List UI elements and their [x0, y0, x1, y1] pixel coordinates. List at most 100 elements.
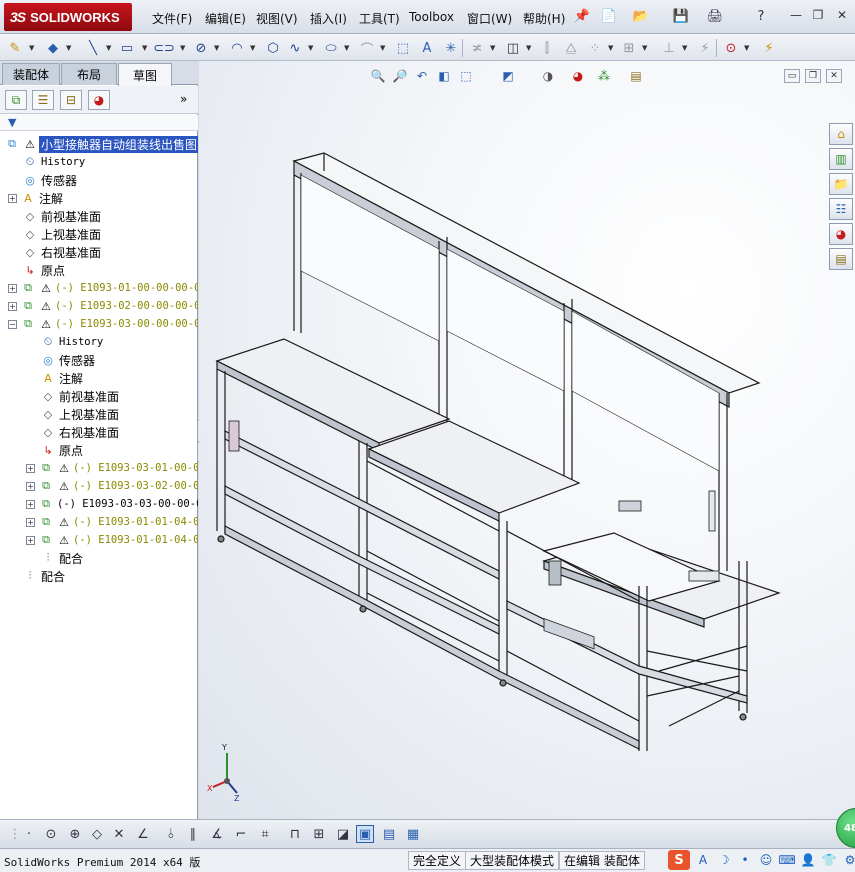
- menu-help[interactable]: 帮助(H): [523, 10, 565, 27]
- tree-item[interactable]: + ⧉ ⚠ (-) E1093-01-01-04-0: [26, 513, 198, 531]
- center-snap-icon[interactable]: ⊕: [66, 825, 84, 843]
- tree-item[interactable]: ◎ 传感器: [40, 351, 95, 369]
- menu-insert[interactable]: 插入(I): [310, 10, 347, 27]
- tree-item[interactable]: ◇ 前视基准面: [40, 387, 119, 405]
- menu-tools[interactable]: 工具(T): [359, 10, 400, 27]
- grid-toggle-icon[interactable]: ⊞: [310, 825, 328, 843]
- angle-snap-icon[interactable]: ⌐: [232, 825, 250, 843]
- view-orientation-icon[interactable]: ⬚: [457, 67, 475, 85]
- dimension-toggle-icon[interactable]: ⊓: [286, 825, 304, 843]
- tree-item[interactable]: ⏲ History: [40, 333, 104, 351]
- chevron-down-icon[interactable]: ▼: [490, 44, 495, 52]
- tree-item[interactable]: ◎ 传感器: [22, 171, 77, 189]
- settings-icon[interactable]: ⚙: [841, 851, 855, 869]
- custom-properties-icon[interactable]: ▤: [829, 248, 853, 270]
- chevron-down-icon[interactable]: ▼: [106, 44, 111, 52]
- property-manager-icon[interactable]: ☰: [32, 90, 54, 110]
- chevron-down-icon[interactable]: ▼: [344, 44, 349, 52]
- pin-icon[interactable]: 📌: [573, 7, 591, 25]
- emoji-icon[interactable]: ☺: [757, 851, 775, 869]
- expand-icon[interactable]: +: [26, 517, 35, 527]
- hide-show-icon[interactable]: ◑: [539, 67, 557, 85]
- status-large-assembly-mode[interactable]: 大型装配体模式: [465, 851, 560, 870]
- ellipse-icon[interactable]: ⬭: [322, 39, 340, 57]
- tree-item[interactable]: ⫶ 配合: [22, 567, 65, 585]
- feature-manager-icon[interactable]: ⧉: [5, 90, 27, 110]
- grid-snap-icon[interactable]: ⌗: [256, 825, 274, 843]
- expand-icon[interactable]: +: [26, 481, 35, 491]
- minimize-icon[interactable]: —: [786, 6, 806, 24]
- tree-item[interactable]: + A 注解: [8, 189, 63, 207]
- chevron-down-icon[interactable]: ▼: [642, 44, 647, 52]
- resources-icon[interactable]: ▥: [829, 148, 853, 170]
- spline-icon[interactable]: ∿: [286, 39, 304, 57]
- viewport-minimize-icon[interactable]: ▭: [784, 69, 800, 83]
- filter-bar[interactable]: ▼: [0, 115, 198, 131]
- expand-panel-icon[interactable]: »: [180, 92, 187, 106]
- line-icon[interactable]: ╲: [84, 39, 102, 57]
- configuration-manager-icon[interactable]: ⊟: [60, 90, 82, 110]
- moon-icon[interactable]: ☽: [715, 851, 733, 869]
- punctuation-icon[interactable]: •: [736, 851, 754, 869]
- tree-item[interactable]: ↳ 原点: [22, 261, 65, 279]
- graphics-area[interactable]: 🔍 🔎 ↶ ◧ ⬚ ◩ ◑ ◕ ⁂ ▤ ▭ ❐ ✕ ⌂ ▥ 📁 ☷ ◕ ▤ Y …: [199, 61, 855, 819]
- quadrant-snap-icon[interactable]: ◇: [88, 825, 106, 843]
- chevron-down-icon[interactable]: ▼: [29, 44, 34, 52]
- rapid-sketch-icon[interactable]: ⚡: [760, 39, 778, 57]
- display-style-icon[interactable]: ◩: [499, 67, 517, 85]
- expand-icon[interactable]: +: [26, 535, 35, 545]
- collapse-icon[interactable]: −: [8, 319, 17, 329]
- filter-icon[interactable]: ▼: [8, 116, 16, 129]
- display-relations-icon[interactable]: ⊥: [660, 39, 678, 57]
- tangent-snap-icon[interactable]: ∠: [134, 825, 152, 843]
- tree-item[interactable]: + ⧉ ⚠ (-) E1093-01-00-00-00-0: [8, 279, 198, 297]
- new-document-icon[interactable]: 📄: [600, 7, 618, 25]
- parallel-snap-icon[interactable]: ∥: [184, 825, 202, 843]
- tree-item[interactable]: + ⧉ ⚠ (-) E1093-03-01-00-0: [26, 459, 198, 477]
- tree-item[interactable]: ◇ 前视基准面: [22, 207, 101, 225]
- chevron-down-icon[interactable]: ▼: [142, 44, 147, 52]
- ime-mode-icon[interactable]: A: [694, 851, 712, 869]
- chevron-down-icon[interactable]: ▼: [308, 44, 313, 52]
- circle-snap-icon[interactable]: ⊙: [42, 825, 60, 843]
- tree-item[interactable]: ◇ 右视基准面: [22, 243, 101, 261]
- menu-window[interactable]: 窗口(W): [467, 10, 512, 27]
- polygon-icon[interactable]: ⬡: [264, 39, 282, 57]
- view-settings-icon[interactable]: ▤: [627, 67, 645, 85]
- save-icon[interactable]: 💾: [672, 7, 690, 25]
- design-library-icon[interactable]: 📁: [829, 173, 853, 195]
- horizontal-snap-icon[interactable]: ∡: [208, 825, 226, 843]
- tree-item[interactable]: + ⧉ (-) E1093-03-03-00-00-0: [26, 495, 198, 513]
- repair-sketch-icon[interactable]: ⚡: [696, 39, 714, 57]
- menu-file[interactable]: 文件(F): [152, 10, 192, 27]
- tab-layout[interactable]: 布局: [61, 63, 117, 85]
- quick-snaps-icon[interactable]: ⊙: [722, 39, 740, 57]
- perpendicular-snap-icon[interactable]: ⫰: [162, 825, 180, 843]
- move-entities-icon[interactable]: ⊞: [620, 39, 638, 57]
- tree-item[interactable]: ↳ 原点: [40, 441, 83, 459]
- linear-pattern-icon[interactable]: ⁘: [586, 39, 604, 57]
- tree-root[interactable]: ⧉ ⚠ 小型接触器自动组装线出售图: [4, 135, 198, 153]
- chevron-down-icon[interactable]: ▼: [180, 44, 185, 52]
- chevron-down-icon[interactable]: ▼: [744, 44, 749, 52]
- chevron-down-icon[interactable]: ▼: [682, 44, 687, 52]
- menu-view[interactable]: 视图(V): [256, 10, 298, 27]
- smart-dimension-icon[interactable]: ◆: [44, 39, 62, 57]
- expand-icon[interactable]: +: [8, 283, 17, 293]
- previous-view-icon[interactable]: ↶: [413, 67, 431, 85]
- close-icon[interactable]: ✕: [832, 6, 852, 24]
- menu-edit[interactable]: 编辑(E): [205, 10, 246, 27]
- tree-item[interactable]: A 注解: [40, 369, 83, 387]
- chevron-down-icon[interactable]: ▼: [66, 44, 71, 52]
- appearances-icon[interactable]: ◕: [829, 223, 853, 245]
- solidworks-logo[interactable]: 3S SOLIDWORKS: [4, 3, 132, 31]
- expand-icon[interactable]: +: [8, 193, 17, 203]
- fillet-icon[interactable]: ⌒: [358, 39, 376, 58]
- text-icon[interactable]: A: [418, 39, 436, 57]
- sketch-icon[interactable]: ✎: [6, 39, 24, 57]
- tree-item[interactable]: − ⧉ ⚠ (-) E1093-03-00-00-00-0: [8, 315, 198, 333]
- zoom-area-icon[interactable]: 🔎: [391, 67, 409, 85]
- restore-icon[interactable]: ❐: [808, 6, 828, 24]
- zoom-to-fit-icon[interactable]: 🔍: [369, 67, 387, 85]
- chevron-down-icon[interactable]: ▼: [250, 44, 255, 52]
